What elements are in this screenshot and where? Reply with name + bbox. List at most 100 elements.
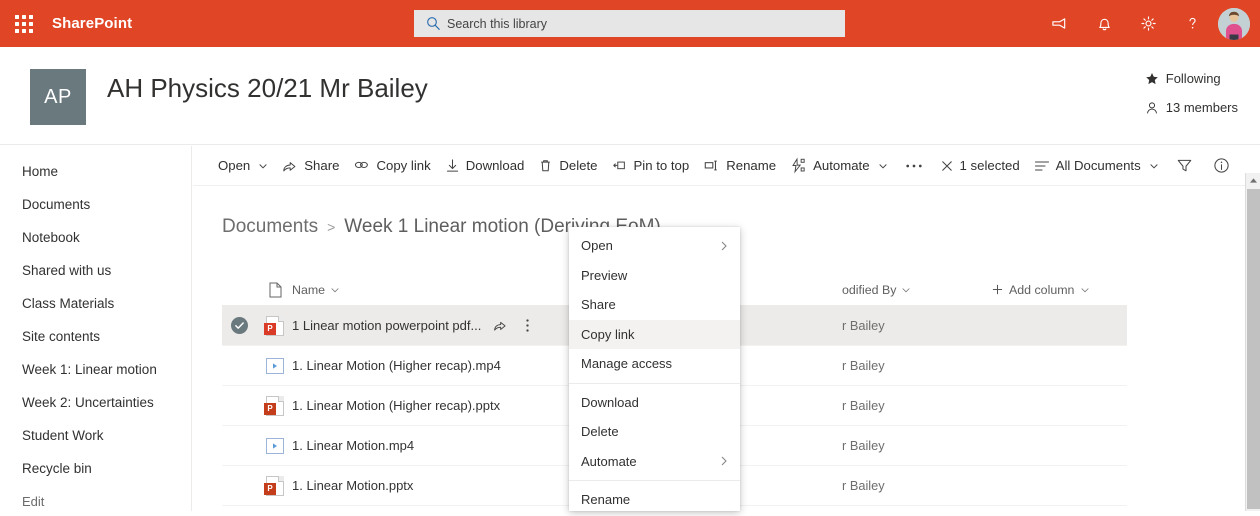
file-name-link[interactable]: 1. Linear Motion (Higher recap).pptx bbox=[292, 398, 500, 413]
close-icon bbox=[940, 159, 954, 173]
chevron-down-icon bbox=[1149, 161, 1159, 171]
megaphone-icon[interactable] bbox=[1038, 0, 1082, 47]
context-menu-label: Open bbox=[581, 238, 613, 254]
delete-button[interactable]: Delete bbox=[531, 146, 604, 186]
open-button[interactable]: Open bbox=[205, 146, 275, 186]
context-menu-label: Delete bbox=[581, 424, 619, 440]
search-box[interactable] bbox=[414, 10, 845, 37]
sidebar-item-week-1[interactable]: Week 1: Linear motion bbox=[0, 353, 191, 386]
automate-label: Automate bbox=[813, 158, 870, 173]
bell-icon[interactable] bbox=[1082, 0, 1126, 47]
gear-icon[interactable] bbox=[1126, 0, 1170, 47]
sharepoint-brand[interactable]: SharePoint bbox=[52, 15, 132, 32]
left-navigation: Home Documents Notebook Shared with us C… bbox=[0, 146, 192, 511]
sidebar-item-home[interactable]: Home bbox=[0, 155, 191, 188]
chevron-right-icon bbox=[719, 240, 729, 252]
sidebar-item-student-work[interactable]: Student Work bbox=[0, 419, 191, 452]
sidebar-item-shared-with-us[interactable]: Shared with us bbox=[0, 254, 191, 287]
vertical-scrollbar[interactable] bbox=[1245, 173, 1260, 511]
sidebar-item-recycle-bin[interactable]: Recycle bin bbox=[0, 452, 191, 485]
following-label: Following bbox=[1165, 71, 1221, 86]
breadcrumb-documents[interactable]: Documents bbox=[222, 216, 318, 238]
name-column-header[interactable]: Name bbox=[292, 283, 842, 297]
clear-selection-button[interactable]: 1 selected bbox=[933, 146, 1027, 186]
context-menu-divider bbox=[569, 382, 740, 384]
row-share-icon[interactable] bbox=[493, 318, 508, 333]
rename-button[interactable]: Rename bbox=[696, 146, 783, 186]
download-button[interactable]: Download bbox=[438, 146, 532, 186]
download-label: Download bbox=[465, 158, 525, 173]
context-menu-item-automate[interactable]: Automate bbox=[569, 447, 740, 477]
context-menu-label: Copy link bbox=[581, 326, 635, 342]
sidebar-item-class-materials[interactable]: Class Materials bbox=[0, 287, 191, 320]
copy-link-button[interactable]: Copy link bbox=[346, 146, 437, 186]
add-column-button[interactable]: Add column bbox=[992, 283, 1127, 297]
filter-button[interactable] bbox=[1166, 146, 1203, 186]
context-menu: Open Preview Share Copy link Manage acce… bbox=[569, 227, 740, 511]
selected-count-label: 1 selected bbox=[959, 158, 1020, 173]
file-name-link[interactable]: 1. Linear Motion (Higher recap).mp4 bbox=[292, 358, 501, 373]
chevron-right-icon bbox=[719, 455, 729, 467]
modified-by-column-label: odified By bbox=[842, 282, 897, 297]
sidebar-edit-link[interactable]: Edit bbox=[0, 488, 191, 516]
video-file-icon bbox=[258, 357, 292, 374]
sidebar-item-site-contents[interactable]: Site contents bbox=[0, 320, 191, 353]
file-name-link[interactable]: 1. Linear Motion.mp4 bbox=[292, 438, 414, 453]
star-icon bbox=[1145, 72, 1159, 86]
context-menu-label: Rename bbox=[581, 492, 631, 508]
modified-by-column-header[interactable]: odified By bbox=[842, 283, 992, 297]
context-menu-item-delete[interactable]: Delete bbox=[569, 417, 740, 447]
modified-by-value: r Bailey bbox=[842, 358, 885, 373]
sidebar-item-documents[interactable]: Documents bbox=[0, 188, 191, 221]
members-count[interactable]: 13 members bbox=[1145, 100, 1238, 115]
site-header: AP AH Physics 20/21 Mr Bailey Private gr… bbox=[0, 47, 1260, 170]
link-icon bbox=[353, 157, 370, 174]
context-menu-label: Preview bbox=[581, 267, 628, 283]
download-icon bbox=[445, 158, 460, 173]
list-view-icon bbox=[1034, 159, 1050, 173]
following-button[interactable]: Following bbox=[1145, 71, 1238, 86]
name-column-label: Name bbox=[292, 282, 326, 297]
row-checkbox[interactable] bbox=[222, 317, 258, 334]
type-column-header[interactable] bbox=[258, 282, 292, 298]
info-icon bbox=[1213, 157, 1230, 174]
context-menu-item-share[interactable]: Share bbox=[569, 290, 740, 320]
automate-button[interactable]: Automate bbox=[783, 146, 894, 186]
share-icon bbox=[282, 158, 298, 174]
trash-icon bbox=[538, 158, 553, 173]
context-menu-item-open[interactable]: Open bbox=[569, 231, 740, 261]
context-menu-item-rename[interactable]: Rename bbox=[569, 485, 740, 511]
context-menu-item-preview[interactable]: Preview bbox=[569, 261, 740, 291]
context-menu-item-manage-access[interactable]: Manage access bbox=[569, 349, 740, 379]
context-menu-label: Download bbox=[581, 394, 639, 410]
check-icon bbox=[231, 317, 248, 334]
help-icon[interactable] bbox=[1170, 0, 1214, 47]
chevron-down-icon bbox=[878, 161, 888, 171]
more-icon bbox=[905, 163, 923, 169]
share-button[interactable]: Share bbox=[275, 146, 346, 186]
file-name-link[interactable]: 1 Linear motion powerpoint pdf... bbox=[292, 318, 481, 333]
scroll-up-arrow-icon[interactable] bbox=[1246, 173, 1260, 188]
context-menu-item-copy-link[interactable]: Copy link bbox=[569, 319, 740, 349]
context-menu-item-download[interactable]: Download bbox=[569, 388, 740, 418]
more-options-button[interactable] bbox=[895, 146, 933, 186]
view-switcher-button[interactable]: All Documents bbox=[1027, 146, 1166, 186]
modified-by-value: r Bailey bbox=[842, 438, 885, 453]
row-more-icon[interactable] bbox=[525, 317, 530, 334]
search-input[interactable] bbox=[444, 11, 837, 36]
app-launcher-button[interactable] bbox=[0, 0, 48, 47]
chevron-down-icon bbox=[1080, 285, 1090, 295]
person-icon bbox=[1145, 101, 1159, 115]
modified-by-value: r Bailey bbox=[842, 398, 885, 413]
page-title[interactable]: AH Physics 20/21 Mr Bailey bbox=[107, 73, 428, 104]
sidebar-item-week-2[interactable]: Week 2: Uncertainties bbox=[0, 386, 191, 419]
sidebar-item-notebook[interactable]: Notebook bbox=[0, 221, 191, 254]
user-avatar[interactable] bbox=[1218, 7, 1250, 40]
pin-to-top-button[interactable]: Pin to top bbox=[605, 146, 697, 186]
info-button[interactable] bbox=[1203, 146, 1240, 186]
file-name-link[interactable]: 1. Linear Motion.pptx bbox=[292, 478, 413, 493]
chevron-down-icon bbox=[901, 285, 911, 295]
waffle-icon bbox=[15, 14, 33, 33]
scrollbar-thumb[interactable] bbox=[1247, 189, 1260, 509]
chevron-down-icon bbox=[258, 161, 268, 171]
